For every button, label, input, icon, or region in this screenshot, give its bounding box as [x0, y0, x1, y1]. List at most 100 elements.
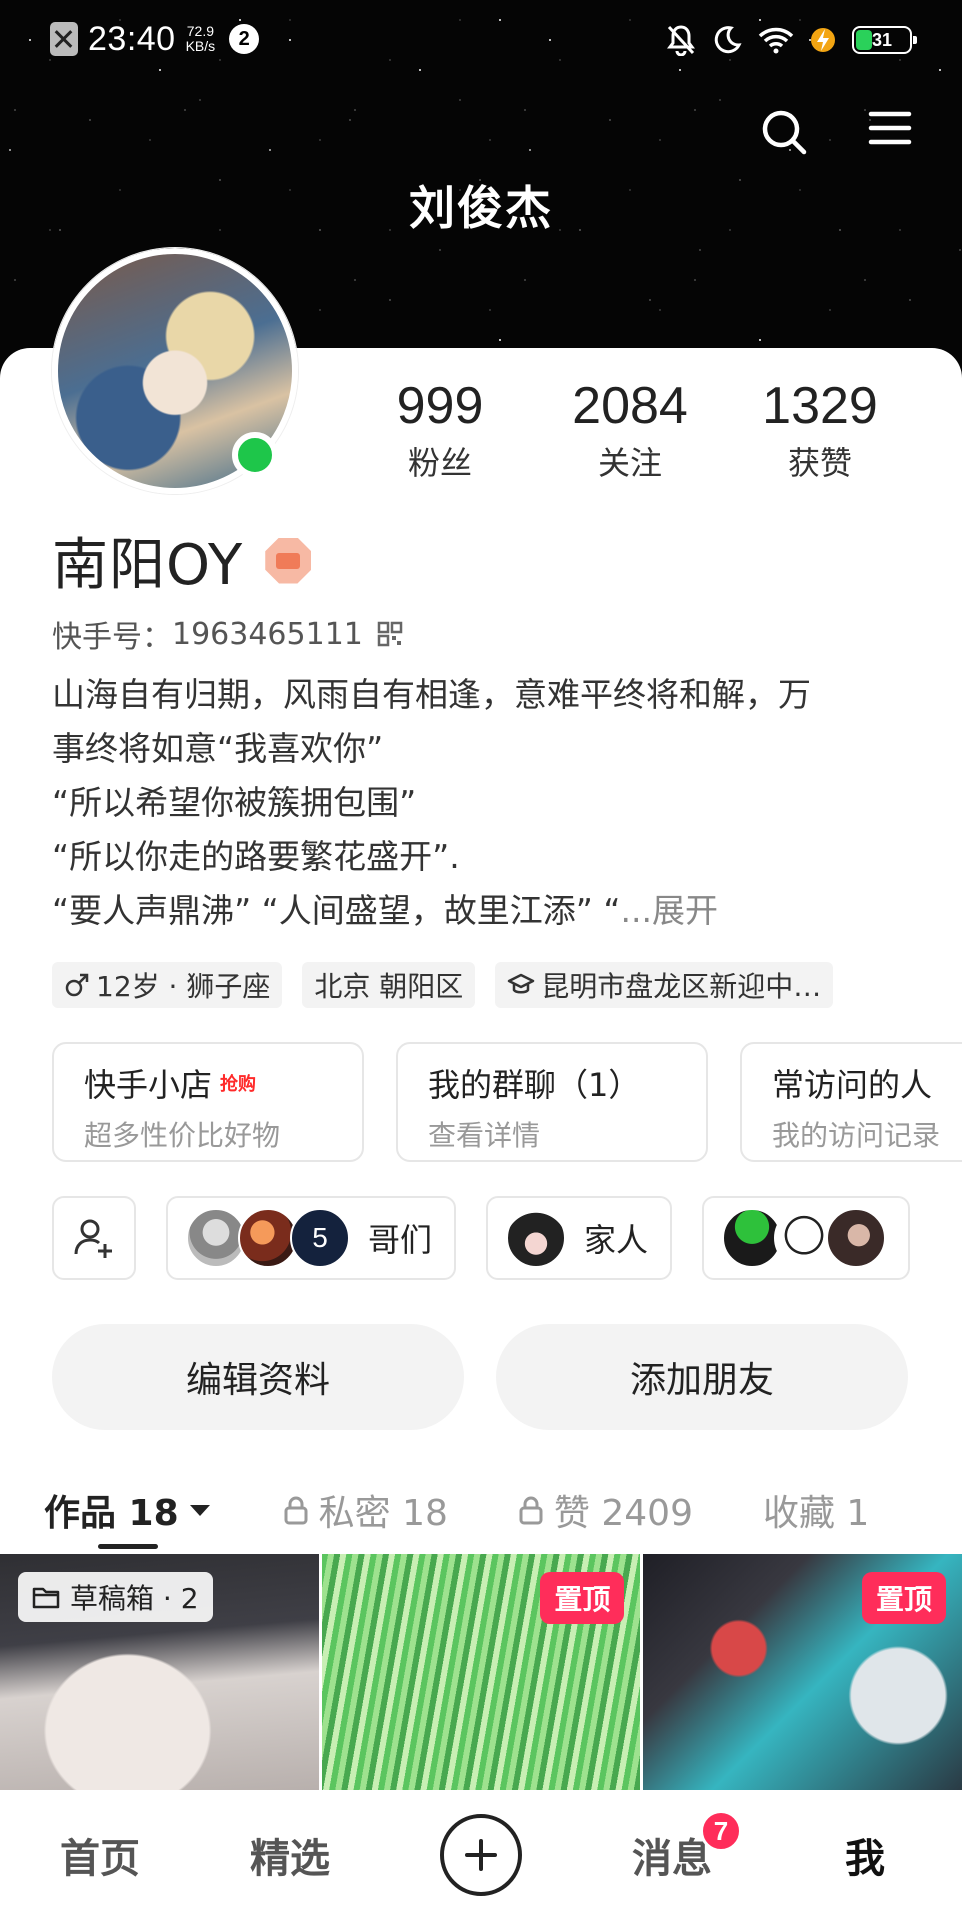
add-friend-group-button[interactable]	[52, 1196, 136, 1280]
pinned-badge: 置顶	[540, 1572, 625, 1624]
pinned-badge: 置顶	[862, 1572, 947, 1624]
stat-label: 关注	[597, 444, 662, 482]
tag-text: 昆明市盘龙区新迎中…	[541, 970, 822, 1003]
network-speed: 72.9 KB/s	[186, 24, 216, 54]
group-name: 家人	[584, 1221, 649, 1259]
card-title: 常访问的人	[772, 1066, 933, 1104]
school-icon	[508, 973, 535, 994]
profile-stats: 999 粉丝 2084 关注 1329 获赞	[350, 376, 910, 484]
card-title: 我的群聊（1）	[428, 1066, 641, 1104]
group-chat-card[interactable]: 我的群聊（1） 查看详情	[396, 1042, 708, 1162]
tag-text: 12岁 · 狮子座	[96, 970, 271, 1003]
caret-down-icon	[189, 1505, 210, 1516]
add-friend-button[interactable]: 添加朋友	[496, 1324, 908, 1430]
kuaishou-id-label: 快手号：	[52, 620, 172, 655]
edit-profile-button[interactable]: 编辑资料	[52, 1324, 464, 1430]
tab-label: 赞 2409	[553, 1493, 693, 1534]
frequent-visitors-card[interactable]: 常访问的人 我的访问记录	[740, 1042, 962, 1162]
tag-text: 北京 朝阳区	[314, 970, 464, 1003]
tag-school: 昆明市盘龙区新迎中…	[495, 962, 834, 1008]
card-subtitle: 我的访问记录	[772, 1119, 941, 1152]
tab-label: 收藏 1	[762, 1493, 870, 1534]
bio-expand-link[interactable]: ...展开	[620, 891, 717, 930]
kuaishou-id-value: 1963465111	[172, 616, 363, 652]
group-family[interactable]: 家人	[486, 1196, 673, 1280]
qr-code-icon[interactable]	[377, 621, 403, 647]
tab-favorites[interactable]: 收藏 1	[763, 1484, 869, 1536]
friend-groups: 5 哥们 家人	[52, 1196, 962, 1280]
stat-value: 1329	[762, 377, 878, 435]
group-avatar	[774, 1208, 835, 1268]
tab-works[interactable]: 作品 18	[44, 1484, 213, 1536]
battery-level: 31	[871, 29, 893, 50]
draft-label: 草稿箱 · 2	[70, 1582, 199, 1615]
tab-private[interactable]: 私密 18	[283, 1484, 448, 1536]
group-avatar	[238, 1208, 298, 1268]
menu-icon[interactable]	[868, 108, 912, 148]
group-avatar-count: 5	[290, 1208, 350, 1268]
bio-line: 事终将如意“我喜欢你”	[52, 729, 384, 768]
create-button[interactable]	[440, 1814, 522, 1896]
status-bar: 23:40 72.9 KB/s 2 31	[0, 0, 962, 78]
work-thumbnail[interactable]: 置顶	[321, 1554, 641, 1790]
bio-line: 山海自有归期，风雨自有相逢，意难平终将和解，万	[52, 675, 811, 714]
card-title-text: 快手小店	[84, 1066, 213, 1104]
group-brothers[interactable]: 5 哥们	[166, 1196, 457, 1280]
stat-following[interactable]: 2084 关注	[540, 376, 720, 484]
male-icon	[65, 973, 89, 997]
card-subtitle: 查看详情	[428, 1119, 541, 1152]
mute-bell-icon	[667, 25, 695, 56]
battery-indicator: 31	[852, 26, 917, 54]
online-status-dot	[232, 432, 278, 478]
kuaishou-id[interactable]: 快手号： 1963465111	[52, 612, 403, 656]
stat-label: 粉丝	[407, 444, 472, 482]
shop-card[interactable]: 快手小店 抢购 超多性价比好物	[52, 1042, 364, 1162]
stat-followers[interactable]: 999 粉丝	[350, 376, 530, 484]
network-speed-value: 72.9	[186, 23, 214, 39]
tab-label: 私密 18	[318, 1493, 448, 1534]
cover-display-name: 刘俊杰	[409, 181, 553, 235]
status-time: 23:40	[88, 19, 176, 58]
wifi-icon	[758, 27, 794, 54]
active-tab-indicator	[98, 1544, 158, 1549]
stat-label: 获赞	[787, 444, 852, 482]
stat-value: 999	[396, 377, 484, 435]
stat-likes[interactable]: 1329 获赞	[730, 376, 910, 484]
profile-actions: 编辑资料 添加朋友	[52, 1324, 908, 1430]
hot-badge: 抢购	[220, 1074, 257, 1095]
notification-count-badge: 2	[229, 24, 260, 54]
group-name: 哥们	[368, 1221, 433, 1259]
card-title: 快手小店 抢购	[84, 1060, 332, 1106]
feature-cards: 快手小店 抢购 超多性价比好物 我的群聊（1） 查看详情 常访问的人 我的访问记录	[52, 1042, 962, 1162]
tag-age-zodiac: 12岁 · 狮子座	[52, 962, 283, 1008]
search-icon[interactable]	[760, 108, 808, 156]
draft-box-thumbnail[interactable]: 草稿箱 · 2	[0, 1554, 319, 1790]
work-thumbnail[interactable]: 置顶	[643, 1554, 962, 1790]
status-left: 23:40 72.9 KB/s 2	[50, 18, 260, 60]
stat-value: 2084	[572, 377, 688, 435]
card-subtitle: 超多性价比好物	[84, 1119, 281, 1152]
nav-messages[interactable]: 消息	[622, 1790, 722, 1920]
tag-location: 北京 朝阳区	[302, 962, 476, 1008]
content-tabs: 作品 18 私密 18 赞 2409 收藏 1	[44, 1470, 962, 1550]
tab-liked[interactable]: 赞 2409	[518, 1484, 693, 1536]
group-avatar	[826, 1208, 887, 1268]
nav-featured[interactable]: 精选	[240, 1790, 340, 1920]
bottom-nav: 首页 精选 消息 7 我	[0, 1790, 962, 1920]
level-badge-icon[interactable]	[265, 537, 312, 584]
network-speed-unit: KB/s	[185, 38, 216, 54]
group-avatar	[186, 1208, 246, 1268]
bio[interactable]: 山海自有归期，风雨自有相逢，意难平终将和解，万 事终将如意“我喜欢你” “所以希…	[52, 668, 922, 938]
group-avatar	[722, 1208, 783, 1268]
profile-name-row: 南阳OY	[52, 520, 312, 601]
nav-me[interactable]: 我	[825, 1790, 905, 1920]
bio-line: “所以希望你被簇拥包围”	[52, 783, 417, 822]
nav-home[interactable]: 首页	[50, 1790, 150, 1920]
group-other[interactable]	[702, 1196, 911, 1280]
draft-badge: 草稿箱 · 2	[18, 1572, 213, 1622]
top-actions	[760, 108, 912, 156]
group-avatar	[506, 1208, 567, 1268]
plus-icon	[465, 1839, 497, 1871]
tab-label: 作品 18	[44, 1493, 179, 1534]
lock-icon	[519, 1496, 543, 1525]
